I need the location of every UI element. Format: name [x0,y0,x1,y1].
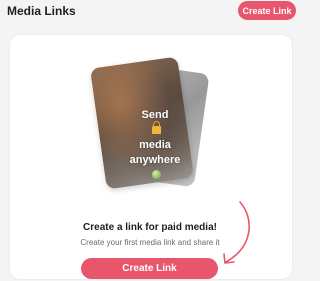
curved-arrow-icon [223,201,250,264]
lock-icon [152,121,161,134]
media-illustration: Send media anywhere [0,0,300,200]
create-link-cta-button[interactable]: Create Link [81,258,218,279]
illustration-caption: Send media anywhere [120,108,190,183]
empty-state-heading: Create a link for paid media! [83,222,217,233]
caption-line-3: anywhere [129,154,181,166]
empty-state-subtext: Create your first media link and share i… [80,238,220,247]
globe-icon [152,170,161,179]
caption-line-2: media [139,139,171,151]
